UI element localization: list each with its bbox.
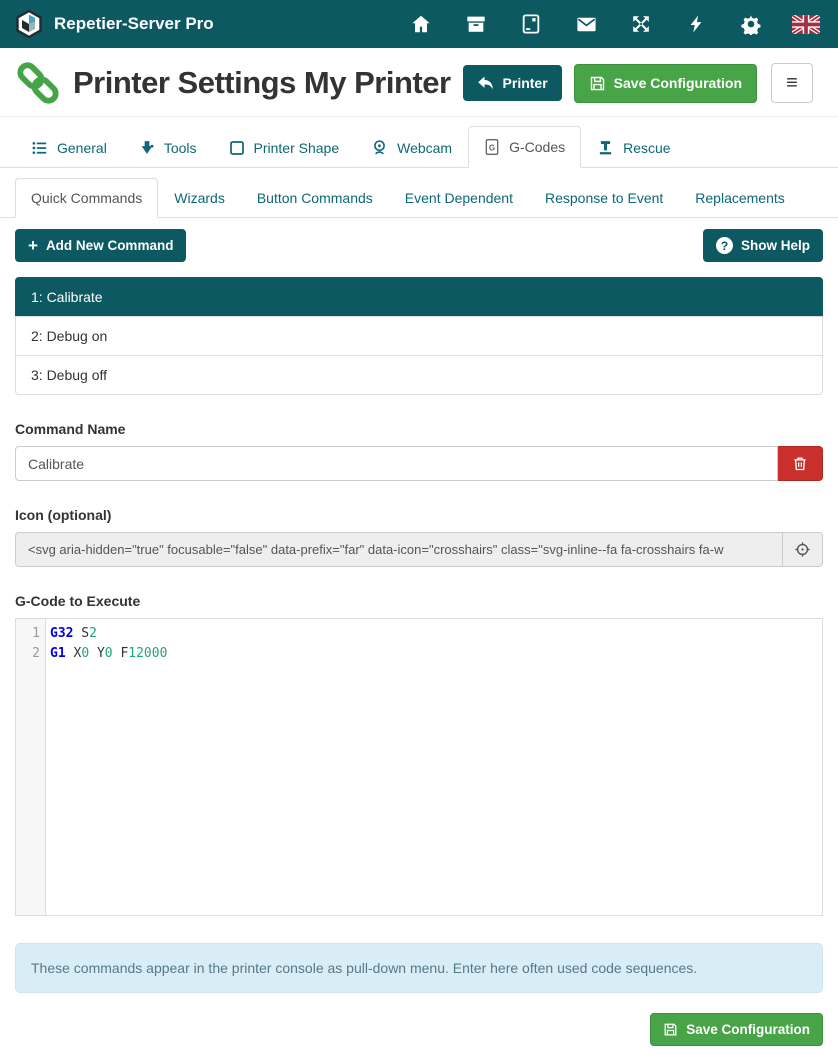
list-icon: [31, 140, 48, 156]
archive-box-icon: [465, 13, 487, 35]
gcode-file-icon: G: [484, 138, 500, 156]
crosshairs-icon: [794, 541, 811, 558]
nav-archive[interactable]: [464, 12, 488, 36]
svg-text:G: G: [489, 144, 495, 153]
tab-printer-shape[interactable]: Printer Shape: [213, 128, 356, 168]
command-list-item-debug-on[interactable]: 2: Debug on: [15, 316, 823, 356]
icon-svg-input[interactable]: [15, 532, 783, 567]
footer-bar: Save Configuration: [15, 1013, 823, 1056]
plus-icon: +: [28, 237, 38, 254]
nav-settings[interactable]: [739, 12, 763, 36]
show-help-button[interactable]: ? Show Help: [703, 229, 823, 262]
icon-optional-label: Icon (optional): [15, 507, 823, 523]
icon-preview-addon: [782, 532, 823, 567]
question-circle-icon: ?: [716, 237, 733, 254]
gcode-to-execute-label: G-Code to Execute: [15, 593, 823, 609]
menu-button[interactable]: ≡: [771, 63, 813, 103]
back-to-printer-button[interactable]: Printer: [463, 65, 562, 101]
extruder-icon: [139, 139, 155, 156]
subtab-wizards[interactable]: Wizards: [158, 178, 241, 218]
bolt-icon: [686, 13, 706, 35]
subtab-event-dependent[interactable]: Event Dependent: [389, 178, 529, 218]
envelope-icon: [575, 13, 598, 36]
page-header: Printer Settings My Printer Printer Save…: [0, 48, 838, 117]
gcode-editor-lines: G32 S2G1 X0 Y0 F12000: [46, 619, 822, 915]
chain-link-icon: [15, 60, 61, 106]
navbar-icons: [409, 12, 824, 36]
gcode-editor[interactable]: 12 G32 S2G1 X0 Y0 F12000: [15, 618, 823, 916]
nav-messages[interactable]: [574, 12, 598, 36]
subtab-button-commands[interactable]: Button Commands: [241, 178, 389, 218]
subtab-replacements[interactable]: Replacements: [679, 178, 801, 218]
quick-command-list: 1: Calibrate 2: Debug on 3: Debug off: [15, 277, 823, 395]
command-name-input[interactable]: [15, 446, 778, 481]
tab-rescue[interactable]: Rescue: [581, 127, 686, 168]
uk-flag-icon: [792, 15, 820, 34]
gcode-editor-gutter: 12: [16, 619, 46, 915]
reply-arrow-icon: [477, 75, 495, 91]
command-list-item-debug-off[interactable]: 3: Debug off: [15, 355, 823, 395]
trash-icon: [792, 455, 808, 472]
home-icon: [410, 13, 432, 35]
print-bed-icon: [520, 13, 542, 35]
tab-g-codes[interactable]: G G-Codes: [468, 126, 581, 168]
page-title: Printer Settings My Printer: [73, 65, 451, 101]
info-alert: These commands appear in the printer con…: [15, 943, 823, 993]
nav-home[interactable]: [409, 12, 433, 36]
tab-webcam[interactable]: Webcam: [355, 127, 468, 168]
expand-arrows-icon: [630, 13, 652, 35]
settings-tabs: General Tools Printer Shape Webcam G G-C…: [0, 126, 838, 168]
brand[interactable]: Repetier-Server Pro: [14, 9, 214, 39]
add-new-command-button[interactable]: + Add New Command: [15, 229, 186, 262]
delete-command-button[interactable]: [778, 446, 823, 481]
nav-power[interactable]: [684, 12, 708, 36]
gcode-sub-tabs: Quick Commands Wizards Button Commands E…: [0, 178, 838, 218]
command-list-item-calibrate[interactable]: 1: Calibrate: [15, 277, 823, 317]
nav-printer[interactable]: [519, 12, 543, 36]
save-icon: [589, 75, 606, 92]
command-name-label: Command Name: [15, 421, 823, 437]
tab-tools[interactable]: Tools: [123, 127, 213, 168]
webcam-icon: [371, 139, 388, 156]
square-outline-icon: [229, 140, 245, 156]
top-navbar: Repetier-Server Pro: [0, 0, 838, 48]
command-toolbar: + Add New Command ? Show Help: [0, 229, 838, 262]
z-probe-icon: [597, 139, 614, 156]
hamburger-icon: ≡: [786, 72, 798, 95]
save-configuration-button-bottom[interactable]: Save Configuration: [650, 1013, 823, 1046]
save-configuration-button-top[interactable]: Save Configuration: [574, 64, 757, 103]
subtab-response-to-event[interactable]: Response to Event: [529, 178, 679, 218]
brand-title: Repetier-Server Pro: [54, 14, 214, 34]
repetier-logo-icon: [14, 9, 44, 39]
nav-fullscreen[interactable]: [629, 12, 653, 36]
tab-general[interactable]: General: [15, 128, 123, 168]
subtab-quick-commands[interactable]: Quick Commands: [15, 178, 158, 218]
nav-language[interactable]: [794, 12, 818, 36]
gear-icon: [740, 13, 762, 35]
save-icon: [663, 1022, 678, 1037]
